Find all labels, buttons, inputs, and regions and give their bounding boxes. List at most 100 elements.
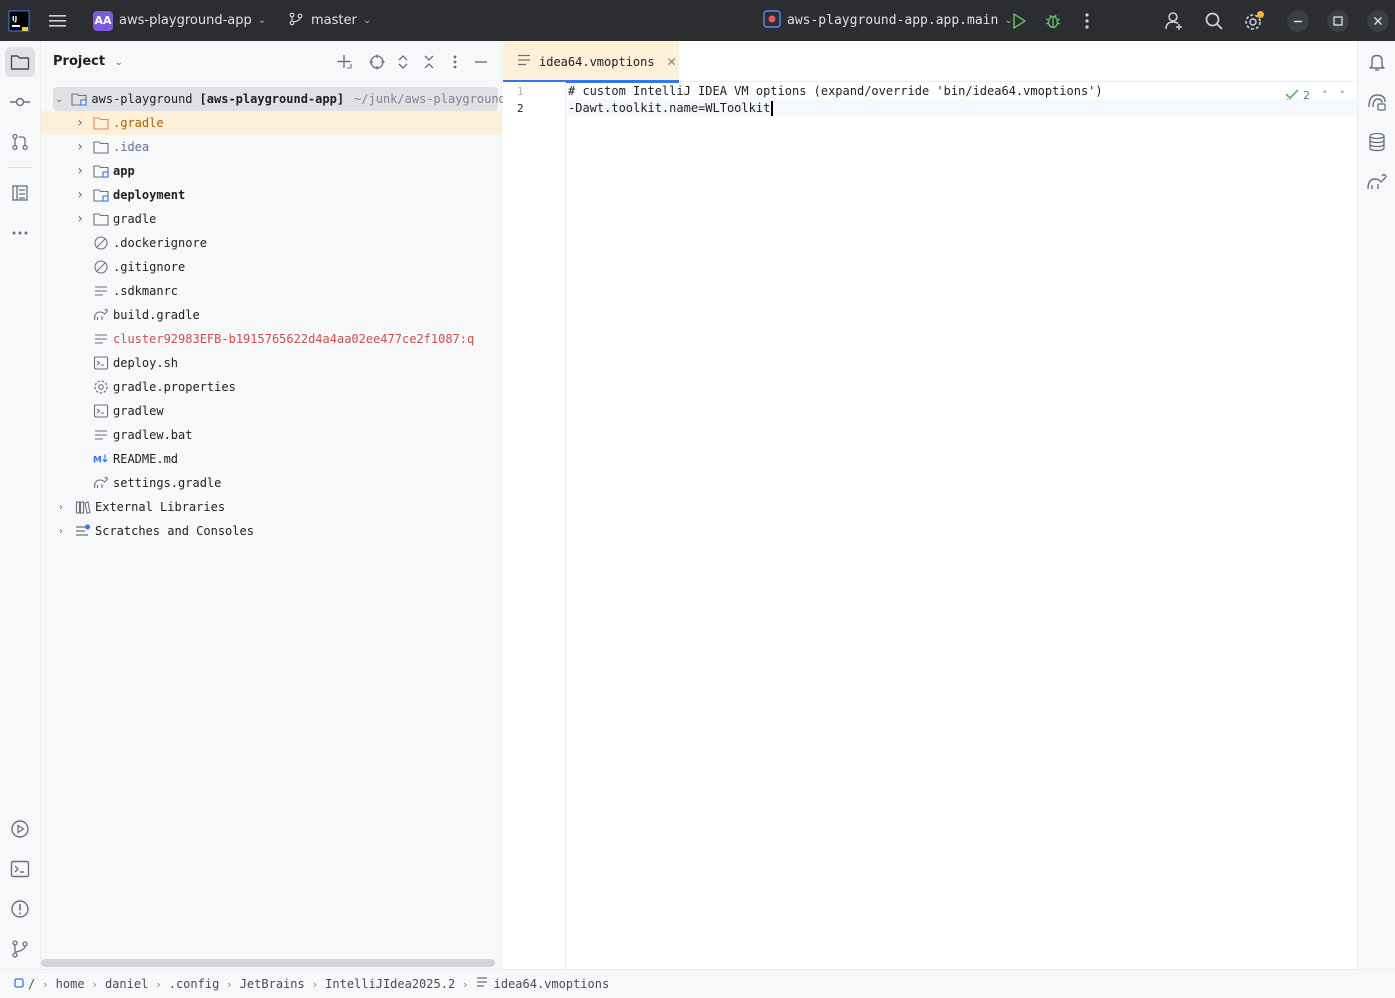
tree-root-node[interactable]: ⌄ aws-playground [aws-playground-app] ~/… (53, 87, 506, 111)
collapse-all-icon[interactable] (420, 53, 438, 71)
problems-icon[interactable] (5, 894, 35, 924)
chevron-right-icon[interactable]: › (55, 526, 67, 537)
more-actions-icon[interactable] (1079, 0, 1095, 41)
run-icon[interactable] (1010, 0, 1028, 41)
database-icon[interactable] (1362, 127, 1392, 157)
breadcrumb-intellijidea[interactable]: IntelliJIdea2025.2 (325, 977, 455, 991)
project-switcher[interactable]: AA aws-playground-app ⌄ (93, 0, 266, 41)
chevron-right-icon[interactable]: › (55, 502, 67, 513)
tree-item-label: gradlew.bat (113, 428, 193, 442)
module-folder-icon (93, 163, 109, 179)
text-file-icon (517, 53, 531, 71)
run-configuration-selector[interactable]: aws-playground-app.app.main ⌄ (763, 0, 1013, 41)
tree-item[interactable]: › deployment (41, 183, 501, 207)
chevron-right-icon[interactable]: › (74, 115, 86, 131)
project-tool-icon[interactable] (5, 47, 35, 77)
project-name: aws-playground-app (119, 13, 252, 28)
breadcrumb-root[interactable]: / (28, 977, 35, 991)
commit-icon[interactable] (5, 87, 35, 117)
pull-requests-icon[interactable] (5, 127, 35, 157)
tree-item[interactable]: › app (41, 159, 501, 183)
tree-item-label: settings.gradle (113, 476, 222, 490)
breadcrumb-daniel[interactable]: daniel (105, 977, 148, 991)
tree-item-label: gradlew (113, 404, 164, 418)
intellij-logo-icon[interactable]: IJ (8, 0, 30, 41)
left-tool-strip (0, 41, 41, 969)
services-icon[interactable] (5, 814, 35, 844)
tree-item[interactable]: .sdkmanrc (41, 279, 501, 303)
project-view-selector[interactable]: Project ⌄ (53, 54, 123, 69)
main-menu-icon[interactable] (48, 0, 68, 41)
git-icon[interactable] (5, 934, 35, 964)
close-window-button[interactable] (1366, 0, 1390, 41)
shell-script-icon (93, 403, 109, 419)
options-icon[interactable] (446, 53, 464, 71)
more-tools-icon[interactable] (5, 218, 35, 248)
code-with-me-icon[interactable] (1164, 0, 1184, 41)
tree-item-external-libraries[interactable]: › External Libraries (41, 495, 501, 519)
checkmark-icon (1285, 88, 1299, 103)
tree-item-label: app (113, 164, 135, 178)
search-icon[interactable] (1204, 0, 1224, 41)
tree-item[interactable]: .gitignore (41, 255, 501, 279)
tree-item[interactable]: › .gradle (41, 111, 501, 135)
debug-icon[interactable] (1044, 0, 1062, 41)
chevron-right-icon[interactable]: › (74, 211, 86, 227)
tree-item[interactable]: build.gradle (41, 303, 501, 327)
tree-item[interactable]: settings.gradle (41, 471, 501, 495)
breadcrumb-jetbrains[interactable]: JetBrains (240, 977, 305, 991)
tree-item[interactable]: M README.md (41, 447, 501, 471)
structure-icon[interactable] (5, 178, 35, 208)
chevron-right-icon[interactable]: › (74, 139, 86, 155)
gradle-icon[interactable] (1362, 167, 1392, 197)
breadcrumb-file[interactable]: idea64.vmoptions (494, 977, 610, 991)
ai-assistant-icon[interactable] (1362, 87, 1392, 117)
tree-item-scratches[interactable]: › Scratches and Consoles (41, 519, 501, 543)
terminal-icon[interactable] (5, 854, 35, 884)
new-file-icon[interactable] (335, 53, 353, 71)
tree-item[interactable]: › .idea (41, 135, 501, 159)
breadcrumb-home[interactable]: home (56, 977, 85, 991)
tree-item[interactable]: deploy.sh (41, 351, 501, 375)
code-line-2[interactable]: -Dawt.toolkit.name=WLToolkit (568, 100, 774, 117)
horizontal-scrollbar[interactable] (41, 959, 495, 967)
project-tool-window: Project ⌄ ⌄ aws-playground [aws-playgrou… (41, 41, 506, 969)
hide-panel-icon[interactable] (472, 53, 490, 71)
tree-item[interactable]: › gradle (41, 207, 501, 231)
maximize-button[interactable] (1326, 0, 1350, 41)
tab-label: idea64.vmoptions (539, 54, 655, 69)
tree-item[interactable]: gradlew (41, 399, 501, 423)
next-highlight-icon[interactable]: ˅ (1340, 89, 1346, 102)
tree-item[interactable]: cluster92983EFB-b1915765622d4a4aa02ee477… (41, 327, 501, 351)
close-icon[interactable]: ✕ (667, 55, 677, 69)
settings-gear-icon[interactable] (1243, 0, 1265, 41)
branch-switcher[interactable]: master ⌄ (289, 0, 371, 41)
title-bar: IJ AA aws-playground-app ⌄ master ⌄ aws-… (0, 0, 1395, 41)
git-branch-icon (289, 12, 303, 30)
expand-all-icon[interactable] (394, 53, 412, 71)
folder-icon (93, 139, 109, 155)
breadcrumb-config[interactable]: .config (169, 977, 220, 991)
tree-item[interactable]: .dockerignore (41, 231, 501, 255)
tree-item[interactable]: gradlew.bat (41, 423, 501, 447)
tree-item-label: deploy.sh (113, 356, 179, 370)
chevron-down-icon[interactable]: ⌄ (55, 94, 63, 105)
chevron-right-icon: › (43, 977, 48, 991)
tree-item-label: cluster92983EFB-b1915765622d4a4aa02ee477… (113, 332, 475, 346)
code-line-1[interactable]: # custom IntelliJ IDEA VM options (expan… (568, 83, 1103, 100)
tree-item[interactable]: gradle.properties (41, 375, 501, 399)
chevron-right-icon[interactable]: › (74, 187, 86, 203)
root-name: aws-playground (91, 92, 193, 106)
vcs-root-icon (14, 977, 24, 992)
chevron-right-icon[interactable]: › (74, 163, 86, 179)
notifications-bell-icon[interactable] (1362, 47, 1392, 77)
locate-file-icon[interactable] (368, 53, 386, 71)
gradle-file-icon (93, 307, 109, 323)
minimize-button[interactable] (1286, 0, 1310, 41)
tree-item-label: .gradle (113, 116, 164, 130)
run-config-icon (763, 9, 781, 32)
root-path: ~/junk/aws-playground (354, 92, 506, 106)
previous-highlight-icon[interactable]: ˄ (1322, 89, 1328, 102)
inspection-widget[interactable]: 2 ˄ ˅ (1285, 88, 1345, 103)
editor-tab[interactable]: idea64.vmoptions ✕ (503, 41, 679, 83)
